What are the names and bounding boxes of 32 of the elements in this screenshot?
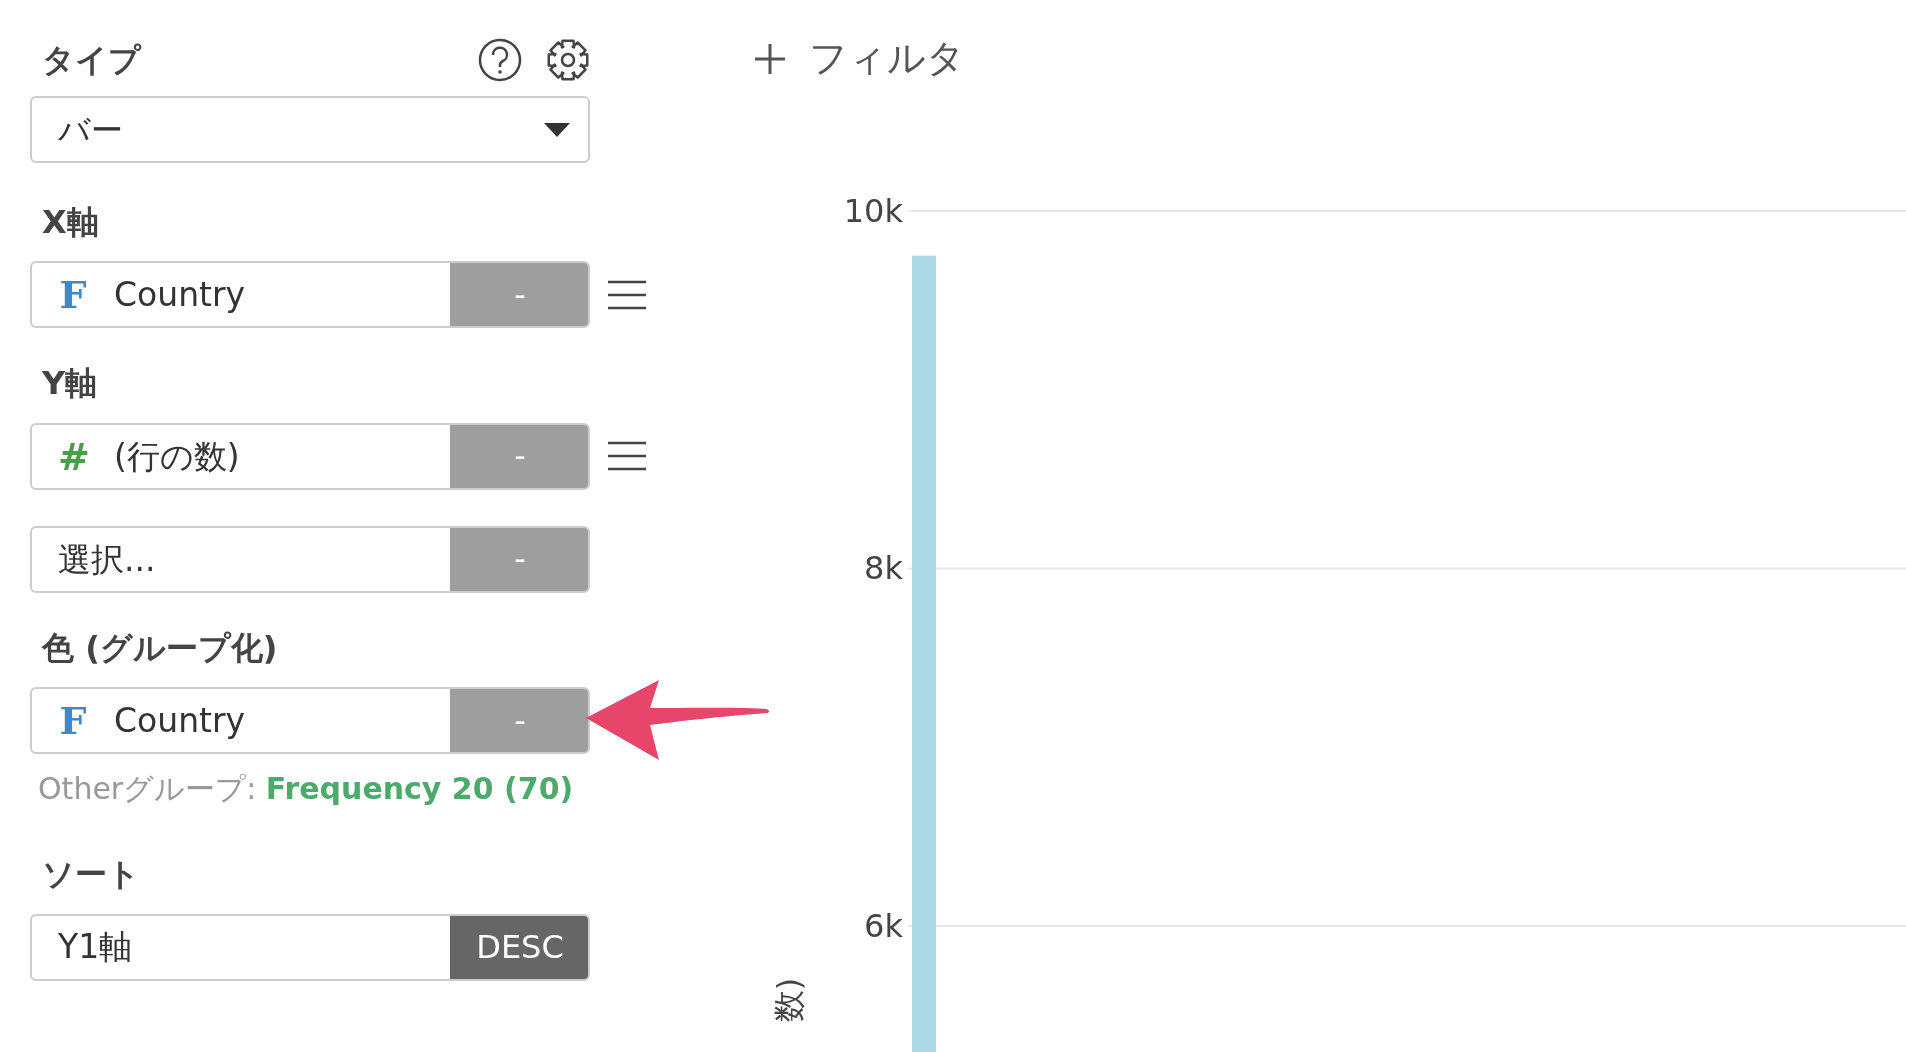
field-type-icon: F [58, 692, 88, 750]
section-label: 色 (グループ化) [42, 628, 279, 668]
caret-icon [544, 122, 570, 137]
plus-icon [755, 43, 785, 74]
section-label: タイプ [42, 40, 141, 80]
menu-icon[interactable] [608, 279, 646, 310]
field-value: 選択... [58, 538, 156, 581]
field-value: Y1軸 [58, 926, 133, 969]
add-filter-button[interactable]: フィルタ [755, 30, 965, 87]
y-tick-label: 10k [843, 192, 903, 230]
section-label: Y軸 [42, 364, 99, 403]
field-value: Country [114, 699, 246, 742]
field-selector[interactable]: # (行の数) - [30, 422, 590, 490]
sort-order-button[interactable]: DESC [450, 915, 588, 979]
field-type-icon: F [58, 266, 88, 324]
group-note: Otherグループ: Frequency 20 (70) [38, 770, 575, 809]
chart-type-dropdown[interactable]: バー [30, 96, 590, 163]
y-tick-label: 8k [864, 549, 903, 588]
section-label: ソート [42, 855, 141, 894]
y-tick-label: 6k [864, 907, 903, 945]
field-type-icon: # [58, 427, 88, 485]
help-icon[interactable] [478, 38, 522, 82]
field-selector[interactable]: 選択... - [30, 525, 590, 593]
field-value: (行の数) [114, 435, 240, 478]
y-axis-label: 数) [770, 977, 808, 1023]
field-value: Country [114, 274, 246, 317]
menu-icon[interactable] [608, 441, 646, 472]
settings-icon[interactable] [546, 38, 590, 82]
section-label: X軸 [42, 203, 100, 242]
field-selector[interactable]: Y1軸 DESC [30, 913, 590, 981]
field-selector[interactable]: F Country - [30, 261, 590, 329]
field-selector[interactable]: F Country - [30, 687, 590, 755]
